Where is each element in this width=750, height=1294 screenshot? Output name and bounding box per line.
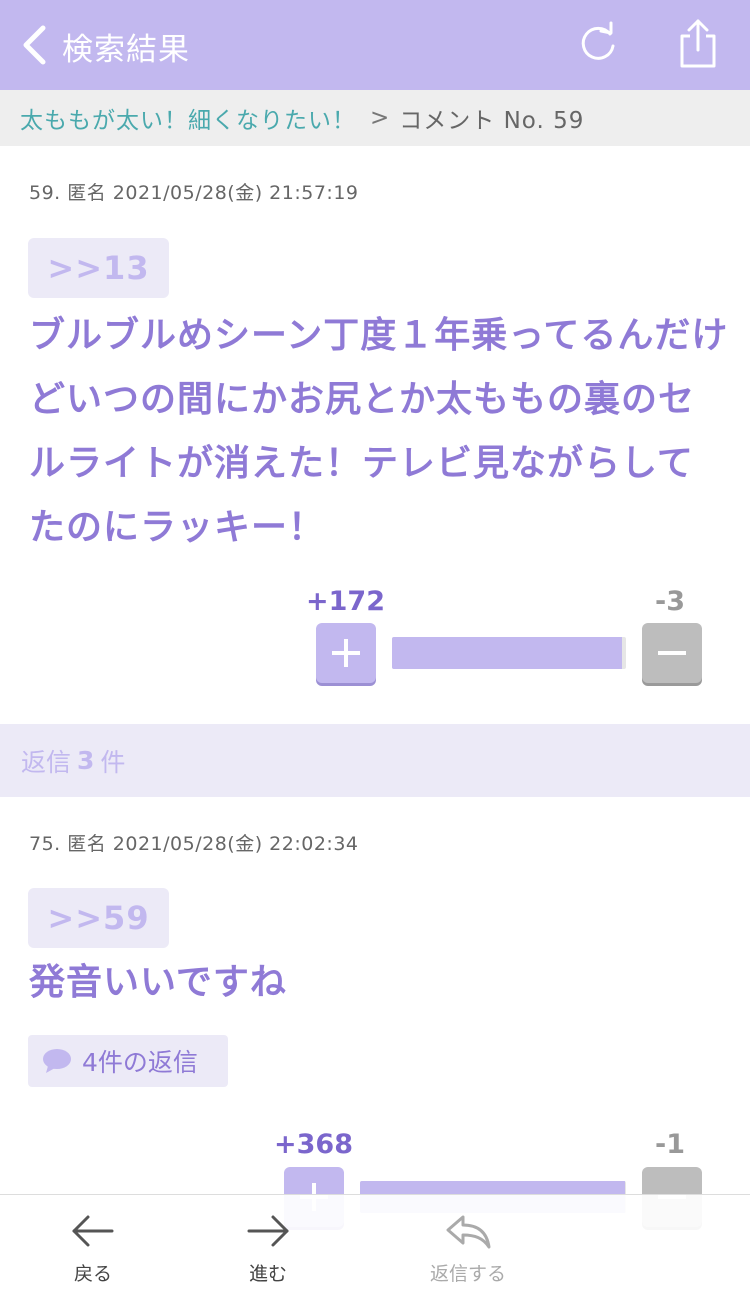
- reload-button[interactable]: [574, 20, 622, 68]
- speech-bubble-icon: [43, 1049, 71, 1073]
- comment-59: 59. 匿名 2021/05/28(金) 21:57:19 >>13 ブルブルめ…: [0, 146, 750, 724]
- toolbar-forward-label: 進む: [248, 1263, 287, 1285]
- plus-count: +368: [274, 1129, 353, 1160]
- minus-count: -1: [655, 1129, 685, 1160]
- comment-body: 発音いいですね: [29, 962, 287, 1003]
- minus-icon: [658, 651, 686, 655]
- replies-header: 返信 3 件: [0, 724, 750, 797]
- toolbar-back-label: 戻る: [73, 1263, 112, 1285]
- app-header: 検索結果: [0, 0, 750, 90]
- breadcrumb: 太ももが太い！細くなりたい！ > コメント No. 59: [0, 90, 750, 146]
- plus-count: +172: [306, 586, 385, 617]
- share-button[interactable]: [674, 16, 722, 70]
- breadcrumb-separator: >: [370, 105, 390, 131]
- replies-prefix: 返信: [21, 747, 72, 777]
- comment-meta: 59. 匿名 2021/05/28(金) 21:57:19: [29, 182, 359, 204]
- reply-arrow-icon: [446, 1215, 491, 1249]
- vote-ratio-bar: [392, 637, 626, 669]
- breadcrumb-current: コメント No. 59: [399, 108, 585, 134]
- minus-count: -3: [655, 586, 685, 617]
- toolbar-reply-label: 返信する: [429, 1263, 506, 1285]
- comment-meta: 75. 匿名 2021/05/28(金) 22:02:34: [29, 833, 359, 855]
- page: 検索結果 太ももが太い！細くなりたい！ > コメント No. 59 59. 匿名…: [0, 0, 750, 1294]
- arrow-left-icon: [72, 1215, 114, 1247]
- replies-count: 3: [77, 746, 95, 775]
- comment-body: ブルブルめシーン丁度１年乗ってるんだけどいつの間にかお尻とか太ももの裏のセルライ…: [29, 315, 729, 548]
- toolbar-forward-button[interactable]: 進む: [243, 1195, 293, 1294]
- reload-icon: [581, 21, 615, 60]
- comment-75: 75. 匿名 2021/05/28(金) 22:02:34 >>59 発音いいで…: [0, 797, 750, 1197]
- bottom-toolbar: 戻る 進む 返信する: [0, 1194, 750, 1294]
- page-title: 検索結果: [62, 32, 190, 68]
- vote-ratio-fill: [392, 637, 623, 669]
- breadcrumb-topic-link[interactable]: 太ももが太い！細くなりたい！: [20, 101, 356, 135]
- share-icon: [680, 19, 716, 68]
- view-replies-label: 4件の返信: [82, 1048, 198, 1077]
- toolbar-back-button[interactable]: 戻る: [68, 1195, 118, 1294]
- anchor-link[interactable]: >>13: [28, 238, 169, 298]
- plus-icon: [332, 639, 360, 667]
- arrow-right-icon: [247, 1215, 289, 1247]
- back-button[interactable]: [14, 22, 54, 68]
- view-replies-button[interactable]: 4件の返信: [28, 1035, 228, 1087]
- minus-vote-button[interactable]: [642, 623, 702, 683]
- toolbar-reply-button[interactable]: 返信する: [418, 1195, 518, 1294]
- replies-suffix: 件: [100, 747, 126, 777]
- anchor-link[interactable]: >>59: [28, 888, 169, 948]
- plus-vote-button[interactable]: [316, 623, 376, 683]
- chevron-left-icon: [23, 25, 46, 65]
